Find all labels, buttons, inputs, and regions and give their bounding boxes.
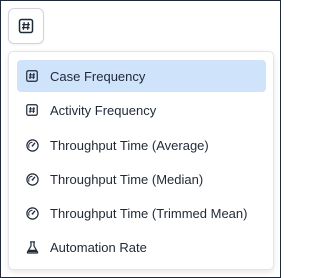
hash-icon xyxy=(18,18,34,34)
menu-item-throughput-time-average[interactable]: Throughput Time (Average) xyxy=(17,129,266,161)
menu-item-label: Throughput Time (Trimmed Mean) xyxy=(50,205,248,221)
metric-selector-button[interactable] xyxy=(8,8,44,44)
menu-item-label: Automation Rate xyxy=(50,239,147,255)
flask-icon xyxy=(25,240,39,254)
menu-item-throughput-time-median[interactable]: Throughput Time (Median) xyxy=(17,163,266,195)
gauge-icon xyxy=(25,138,39,152)
menu-item-automation-rate[interactable]: Automation Rate xyxy=(17,231,266,263)
menu-item-label: Throughput Time (Median) xyxy=(50,171,204,187)
menu-item-throughput-time-trimmed-mean[interactable]: Throughput Time (Trimmed Mean) xyxy=(17,197,266,229)
menu-item-case-frequency[interactable]: Case Frequency xyxy=(17,60,266,92)
menu-item-label: Activity Frequency xyxy=(50,102,157,118)
menu-item-label: Throughput Time (Average) xyxy=(50,137,209,153)
gauge-icon xyxy=(25,172,39,186)
hash-icon xyxy=(25,103,39,117)
metric-dropdown-menu: Case Frequency Activity Frequency Throug… xyxy=(8,51,274,270)
window-frame: Case Frequency Activity Frequency Throug… xyxy=(0,0,281,278)
menu-item-label: Case Frequency xyxy=(50,68,146,84)
hash-icon xyxy=(25,69,39,83)
menu-item-activity-frequency[interactable]: Activity Frequency xyxy=(17,94,266,126)
gauge-icon xyxy=(25,206,39,220)
